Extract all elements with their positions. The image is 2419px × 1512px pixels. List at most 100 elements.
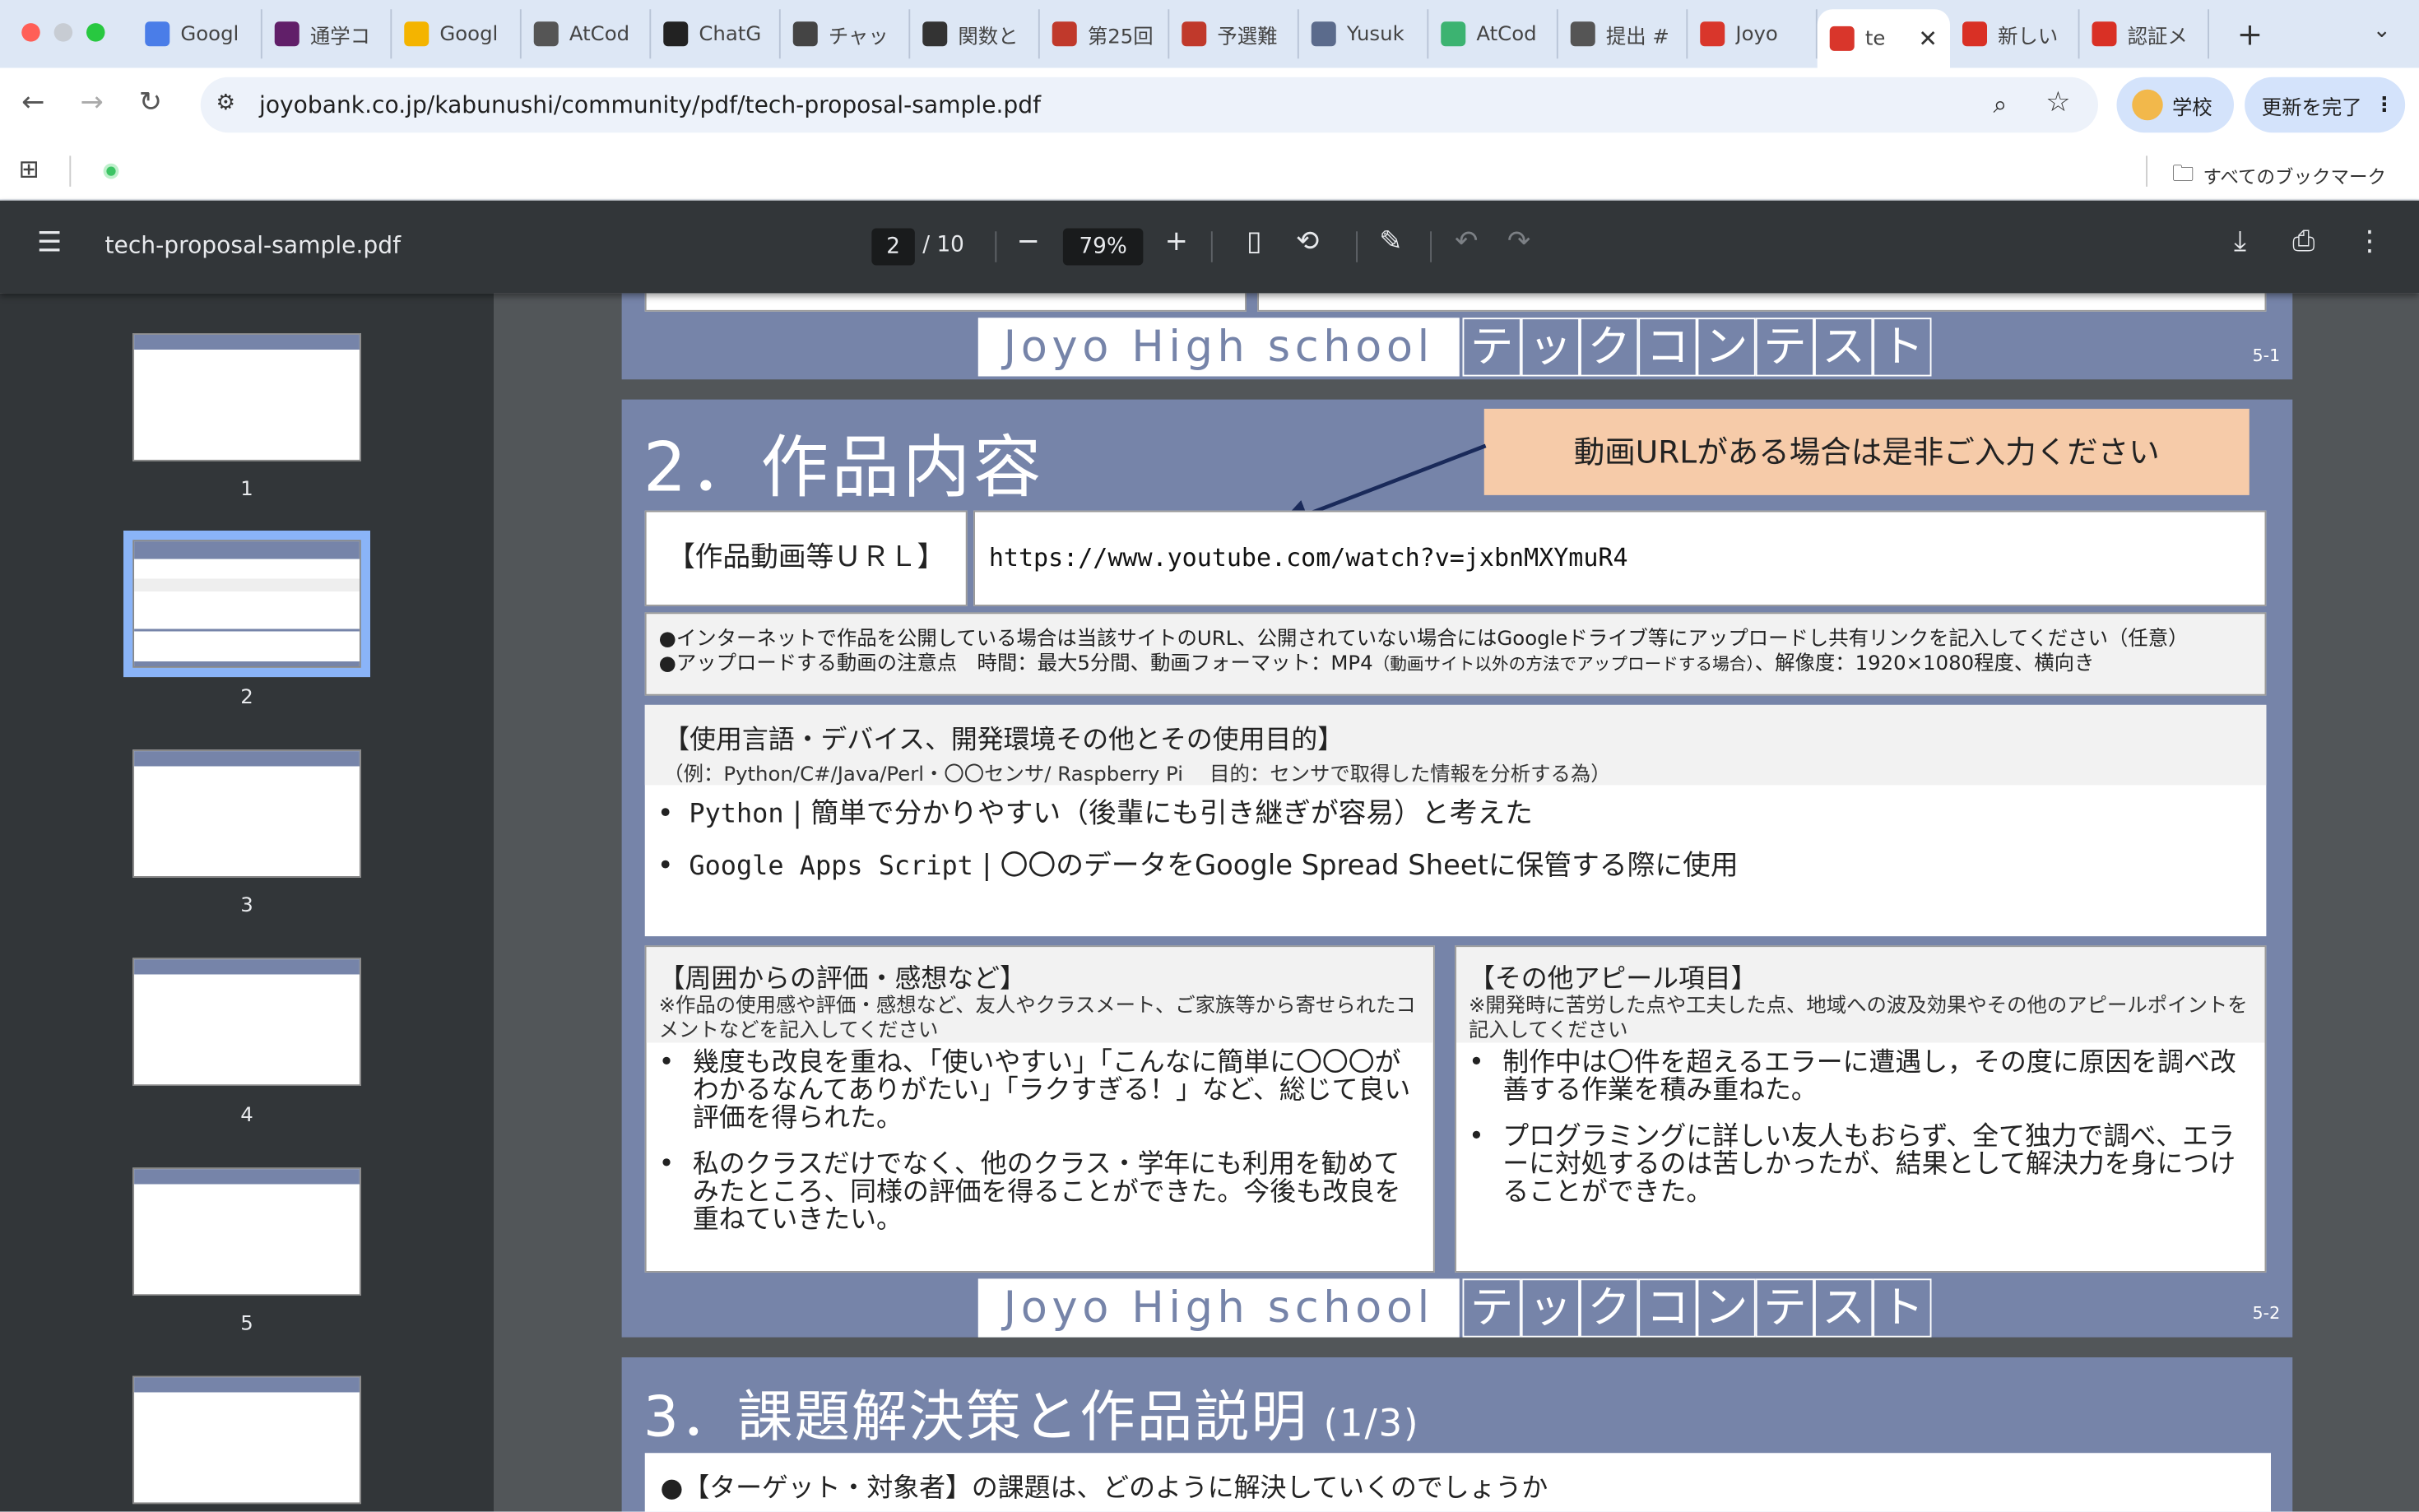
tab[interactable]: 関数と bbox=[910, 9, 1040, 59]
slide-title: 2．作品内容 bbox=[643, 429, 1045, 508]
tab[interactable]: Yusuk bbox=[1299, 9, 1429, 59]
tab[interactable]: Joyo bbox=[1688, 9, 1818, 59]
thumbnail-page-2[interactable] bbox=[123, 531, 370, 678]
thumbnail-page-5[interactable] bbox=[132, 1167, 361, 1296]
back-icon[interactable]: ← bbox=[21, 86, 44, 118]
tab[interactable]: 提出 # bbox=[1558, 9, 1688, 59]
zoom-in-icon[interactable]: + bbox=[1165, 225, 1188, 257]
slide-page-1: Joyo High school テ ッ ク コ ン テ ス ト 5-1 bbox=[621, 293, 2293, 380]
thumbnail-page-3[interactable] bbox=[132, 749, 361, 878]
reload-icon[interactable]: ↻ bbox=[139, 86, 162, 118]
site-info-icon[interactable]: ⚙ bbox=[216, 91, 236, 116]
evaluation-box: 【周囲からの評価・感想など】 ※作品の使用感や評価・感想など、友人やクラスメート… bbox=[644, 945, 1435, 1273]
address-bar[interactable]: ⚙ joyobank.co.jp/kabunushi/community/pdf… bbox=[200, 77, 2098, 133]
annotate-pen-icon[interactable]: ✎ bbox=[1379, 225, 1402, 257]
tab-search-button[interactable]: ⌄ bbox=[2373, 19, 2391, 44]
zoom-level-input[interactable]: 79% bbox=[1062, 228, 1144, 266]
list-item: • 私のクラスだけでなく、他のクラス・学年にも利用を勧めてみたところ、同様の評価を… bbox=[659, 1151, 1418, 1234]
divider bbox=[69, 155, 72, 187]
banner-kana-char: ト bbox=[1873, 318, 1932, 377]
banner-kana-char: ッ bbox=[1521, 318, 1580, 377]
profile-button[interactable]: 学校 bbox=[2116, 77, 2234, 133]
tool-desc: 簡単で分かりやすい（後輩にも引き継ぎが容易）と考えた bbox=[810, 797, 1533, 830]
more-options-icon[interactable]: ⋮ bbox=[2356, 225, 2384, 257]
update-label: 更新を完了 bbox=[2261, 96, 2362, 120]
tab-title: 予選難 bbox=[1217, 25, 1278, 49]
tab[interactable]: AtCod bbox=[1428, 9, 1558, 59]
thumbnail-label: 5 bbox=[240, 1312, 253, 1336]
evaluation-heading: 【周囲からの評価・感想など】 bbox=[658, 963, 1026, 995]
all-bookmarks-button[interactable]: 🗀 すべてのブックマーク bbox=[2172, 157, 2386, 194]
tab[interactable]: 新しい bbox=[1950, 9, 2080, 59]
zoom-out-icon[interactable]: − bbox=[1017, 225, 1040, 257]
tab[interactable]: ChatG bbox=[651, 9, 781, 59]
print-icon[interactable]: ⎙ bbox=[2292, 225, 2315, 257]
undo-icon[interactable]: ↶ bbox=[1455, 225, 1478, 257]
download-icon[interactable]: ⤓ bbox=[2234, 225, 2246, 257]
thumbnail-page-1[interactable] bbox=[132, 333, 361, 461]
close-tab-icon[interactable]: ✕ bbox=[1918, 25, 1938, 53]
tab[interactable]: AtCod bbox=[522, 9, 652, 59]
keep-icon bbox=[404, 21, 429, 47]
thumbnail-page-4[interactable] bbox=[132, 958, 361, 1086]
thumbnail-sidebar: 1 2 3 4 5 bbox=[0, 293, 494, 1512]
forward-icon[interactable]: → bbox=[81, 86, 104, 118]
tab[interactable]: 第25回 bbox=[1040, 9, 1170, 59]
tab-list: Googl 通学コ Googl AtCod ChatG チャッ 関数と 第25回 予選難 Yusu… bbox=[132, 9, 2209, 68]
divider bbox=[1356, 231, 1358, 262]
update-button[interactable]: 更新を完了 ⋮ bbox=[2245, 77, 2406, 133]
profile-label: 学校 bbox=[2172, 96, 2212, 120]
tab-title: 新しい bbox=[1998, 25, 2059, 49]
globe-icon bbox=[792, 21, 818, 47]
video-url-field[interactable]: https://www.youtube.com/watch?v=jxbnMXYm… bbox=[973, 510, 2267, 606]
tab[interactable]: 通学コ bbox=[262, 9, 392, 59]
slide-number: 5-2 bbox=[2252, 1303, 2281, 1324]
tab[interactable]: 認証メ bbox=[2080, 9, 2209, 59]
tab[interactable]: Googl bbox=[132, 9, 262, 59]
apps-grid-icon[interactable]: ⊞ bbox=[19, 155, 39, 184]
kebab-menu-icon[interactable]: ⋮ bbox=[2375, 93, 2394, 116]
tab[interactable]: Googl bbox=[392, 9, 522, 59]
thumbnail-page-6[interactable] bbox=[132, 1375, 361, 1505]
maximize-window-button[interactable] bbox=[86, 23, 105, 42]
tools-heading: 【使用言語・デバイス、開発環境その他とその使用目的】 bbox=[663, 725, 1344, 756]
tab-title: AtCod bbox=[1476, 22, 1537, 46]
pdf-viewer[interactable]: Joyo High school テ ッ ク コ ン テ ス ト 5-1 2．作… bbox=[494, 293, 2419, 1512]
tab-title: 提出 # bbox=[1605, 25, 1669, 49]
tab-title: AtCod bbox=[569, 22, 630, 46]
tab[interactable]: te ✕ bbox=[1817, 9, 1950, 68]
tab-title: Yusuk bbox=[1346, 22, 1405, 46]
banner-kana-char: ン bbox=[1697, 318, 1756, 377]
page-number-input[interactable]: 2 bbox=[871, 228, 915, 266]
note-part: （動画サイト以外の方法でアップロードする場合） bbox=[1372, 654, 1755, 675]
list-item: • プログラミングに詳しい友人もおらず、全て独力で調べ、エラーに対処するのは苦しか… bbox=[1469, 1123, 2250, 1206]
callout-box: 動画URLがある場合は是非ご入力ください bbox=[1483, 408, 2250, 495]
hamburger-menu-icon[interactable]: ☰ bbox=[37, 227, 62, 259]
rotate-icon[interactable]: ⟲ bbox=[1296, 225, 1319, 257]
tab-title: Joyo bbox=[1735, 22, 1778, 46]
openai-icon bbox=[922, 21, 948, 47]
tab-title: 通学コ bbox=[309, 25, 371, 49]
banner-kana-char: テ bbox=[1755, 1278, 1814, 1338]
slide-page-2: 2．作品内容 動画URLがある場合は是非ご入力ください 【作品動画等ＵＲＬ】 h… bbox=[621, 399, 2293, 1338]
url-text[interactable]: joyobank.co.jp/kabunushi/community/pdf/t… bbox=[259, 91, 1041, 119]
banner-kana-char: テ bbox=[1755, 318, 1814, 377]
pdf-filename: tech-proposal-sample.pdf bbox=[104, 231, 402, 259]
slide-title: 3．課題解決策と作品説明 (1/3) bbox=[643, 1373, 1420, 1454]
close-window-button[interactable] bbox=[21, 23, 40, 42]
tab-title: Googl bbox=[439, 22, 499, 46]
tab[interactable]: チャッ bbox=[781, 9, 911, 59]
tab-title: 認証メ bbox=[2127, 25, 2188, 49]
zoom-icon[interactable]: ⌕ bbox=[1994, 90, 2008, 121]
tab[interactable]: 予選難 bbox=[1169, 9, 1299, 59]
minimize-window-button[interactable] bbox=[53, 23, 73, 42]
fit-page-icon[interactable]: ▯ bbox=[1247, 225, 1262, 257]
bookmark-green-dot-icon[interactable] bbox=[103, 163, 119, 179]
banner-kana-char: ト bbox=[1873, 1278, 1932, 1338]
bookmark-star-icon[interactable]: ☆ bbox=[2045, 86, 2070, 118]
thumbnail-preview bbox=[134, 1169, 360, 1295]
redo-icon[interactable]: ↷ bbox=[1507, 225, 1530, 257]
url-label: 【作品動画等ＵＲＬ】 bbox=[644, 510, 968, 606]
gmail-icon bbox=[2092, 21, 2117, 47]
new-tab-button[interactable]: + bbox=[2237, 16, 2263, 53]
